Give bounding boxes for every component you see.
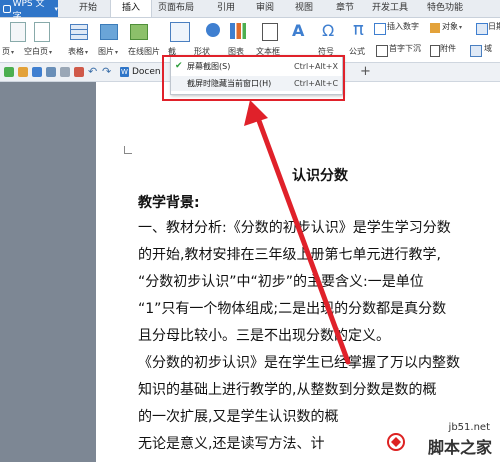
arrow-head [244, 100, 268, 126]
annotation-arrow [244, 100, 351, 365]
watermark-name: 脚本之家 [427, 438, 492, 457]
watermark: jb51.net 脚本之家 [384, 422, 496, 457]
watermark-logo-icon [387, 433, 405, 451]
arrow-shaft [255, 115, 351, 365]
watermark-url: jb51.net [448, 422, 490, 433]
